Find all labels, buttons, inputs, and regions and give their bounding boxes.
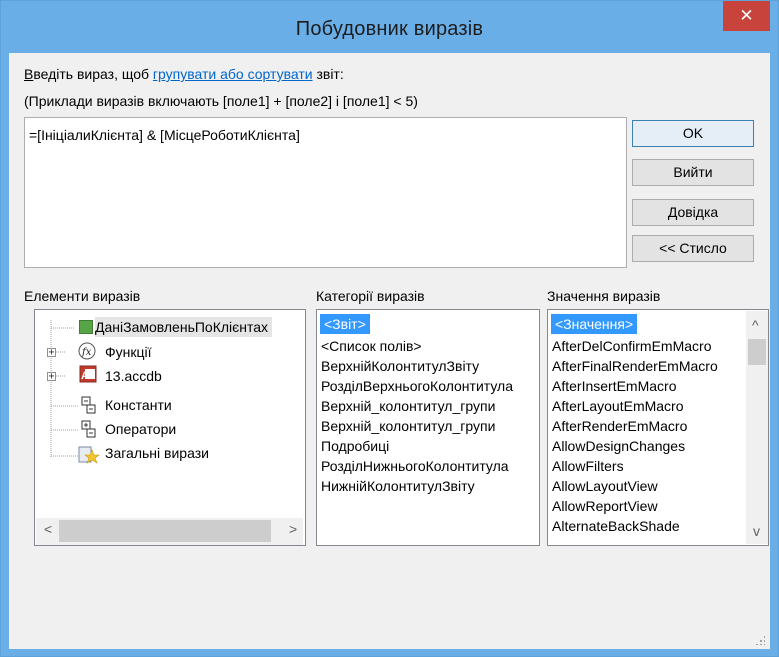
scroll-up-icon[interactable]: ^ <box>752 317 759 333</box>
ok-button[interactable]: OK <box>632 120 754 147</box>
list-item[interactable]: AllowLayoutView <box>552 476 658 496</box>
svg-text:fx: fx <box>81 347 92 358</box>
instruction-text-before: ведіть вираз, щоб <box>33 66 153 82</box>
vertical-scroll-thumb[interactable] <box>748 339 766 365</box>
collapse-button[interactable]: << Стисло <box>632 235 754 262</box>
resize-grip-icon[interactable] <box>755 635 765 645</box>
list-item[interactable]: <Звіт> <box>320 314 370 334</box>
elements-label: Елементи виразів <box>24 288 141 304</box>
list-item[interactable]: AllowFilters <box>552 456 624 476</box>
tree-item-report[interactable]: ДаніЗамовленьПоКлієнтах <box>95 317 273 337</box>
values-list[interactable]: <Значення> AfterDelConfirmEmMacro AfterF… <box>547 309 769 546</box>
scroll-down-icon[interactable]: v <box>753 523 760 539</box>
list-item[interactable]: Подробиці <box>321 436 389 456</box>
values-label: Значення виразів <box>547 288 661 304</box>
list-item[interactable]: Верхній_колонтитул_групи <box>321 396 495 416</box>
list-item[interactable]: НижнійКолонтитулЗвіту <box>321 476 475 496</box>
instruction-line-2: (Приклади виразів включають [поле1] + [п… <box>24 93 418 109</box>
list-item[interactable]: AlternateBackShade <box>552 516 680 536</box>
close-button[interactable]: ✕ <box>723 1 770 31</box>
list-item[interactable]: Верхній_колонтитул_групи <box>321 416 495 436</box>
list-item[interactable]: РозділВерхньогоКолонтитула <box>321 376 513 396</box>
values-vertical-scrollbar[interactable]: ^ v <box>746 311 768 544</box>
elements-horizontal-scrollbar[interactable]: < > <box>36 518 303 545</box>
cancel-button[interactable]: Вийти <box>632 159 754 186</box>
scroll-left-icon[interactable]: < <box>44 521 52 537</box>
categories-label: Категорії виразів <box>316 288 425 304</box>
access-key-letter: В <box>24 66 34 82</box>
instruction-line-1: Введіть вираз, щоб групувати або сортува… <box>24 66 344 82</box>
tree-item-constants[interactable]: Константи <box>105 395 172 415</box>
list-item[interactable]: ВерхнійКолонтитулЗвіту <box>321 356 479 376</box>
group-sort-link[interactable]: групувати або сортувати <box>153 66 313 82</box>
instruction-text-after: звіт: <box>312 66 344 82</box>
list-item[interactable]: AllowReportView <box>552 496 658 516</box>
list-item[interactable]: AfterFinalRenderEmMacro <box>552 356 718 376</box>
list-item[interactable]: AfterLayoutEmMacro <box>552 396 684 416</box>
help-button[interactable]: Довідка <box>632 199 754 226</box>
elements-tree[interactable]: ДаніЗамовленьПоКлієнтах + fx Функції + A… <box>34 309 306 546</box>
scroll-right-icon[interactable]: > <box>289 521 297 537</box>
categories-list[interactable]: <Звіт> <Список полів> ВерхнійКолонтитулЗ… <box>316 309 540 546</box>
expression-text[interactable]: =[ІніціалиКлієнта] & [МісцеРоботиКлієнта… <box>29 127 300 143</box>
tree-item-functions[interactable]: Функції <box>105 342 152 362</box>
list-item[interactable]: AfterRenderEmMacro <box>552 416 687 436</box>
database-icon: A <box>79 365 97 383</box>
report-icon <box>79 320 93 334</box>
expression-input[interactable]: =[ІніціалиКлієнта] & [МісцеРоботиКлієнта… <box>24 117 627 268</box>
title-bar[interactable]: Побудовник виразів ✕ <box>1 1 778 53</box>
list-item[interactable]: <Список полів> <box>321 336 422 356</box>
svg-text:A: A <box>81 370 89 382</box>
horizontal-scroll-thumb[interactable] <box>59 520 271 542</box>
list-item[interactable]: РозділНижньогоКолонтитула <box>321 456 509 476</box>
operators-icon <box>81 420 96 438</box>
function-icon: fx <box>78 342 96 360</box>
expand-database-icon[interactable]: + <box>47 372 56 382</box>
list-item[interactable]: AfterDelConfirmEmMacro <box>552 336 711 356</box>
list-item[interactable]: AllowDesignChanges <box>552 436 685 456</box>
tree-item-operators[interactable]: Оператори <box>105 419 176 439</box>
constants-icon <box>81 396 96 414</box>
common-expressions-icon <box>78 446 100 464</box>
expand-functions-icon[interactable]: + <box>47 348 56 358</box>
list-item[interactable]: AfterInsertEmMacro <box>552 376 676 396</box>
list-item[interactable]: <Значення> <box>551 314 638 334</box>
tree-item-database[interactable]: 13.accdb <box>105 366 162 386</box>
window-title: Побудовник виразів <box>295 18 484 40</box>
tree-item-common-expressions[interactable]: Загальні вирази <box>105 443 209 463</box>
